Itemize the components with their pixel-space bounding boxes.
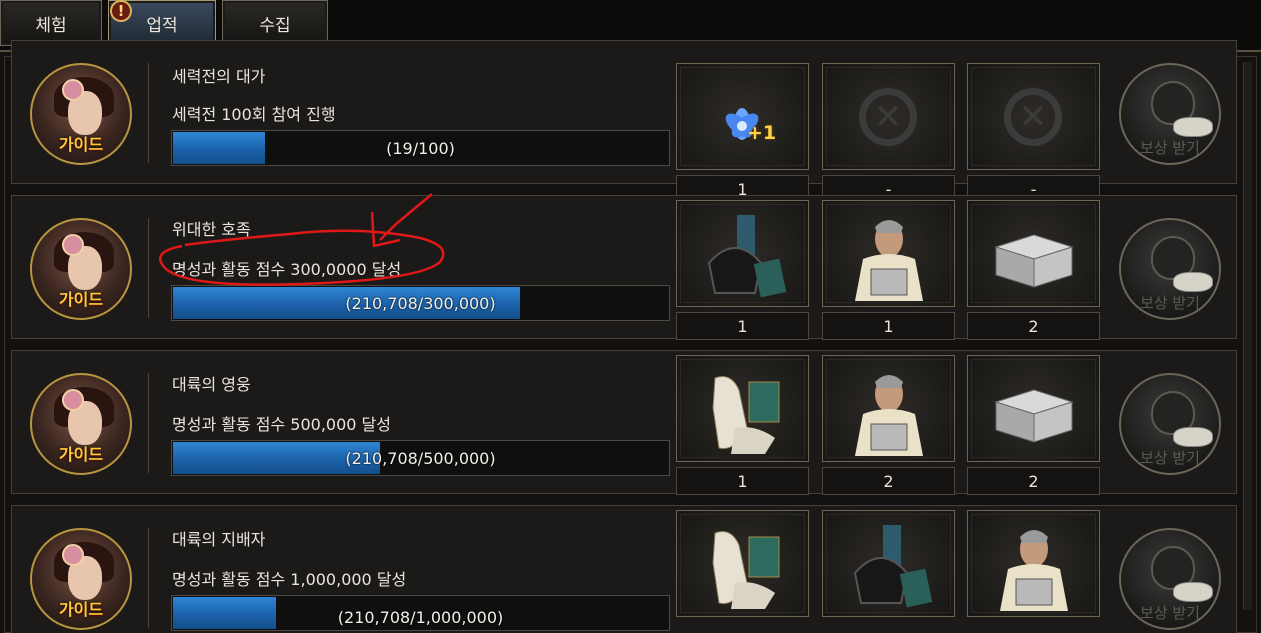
silver-ingot-icon	[1173, 582, 1213, 602]
silver-ingot-icon	[1173, 117, 1213, 137]
achievement-description: 명성과 활동 점수 500,000 달성	[172, 415, 391, 434]
flower-icon	[62, 544, 84, 566]
claim-reward-label: 보상 받기	[1140, 139, 1200, 157]
achievement-title: 대륙의 영웅	[172, 375, 251, 394]
achievement-title: 대륙의 지배자	[172, 530, 266, 549]
flower-icon	[62, 389, 84, 411]
guide-label: 가이드	[58, 290, 104, 309]
divider	[148, 63, 149, 163]
tab-label: 업적	[146, 15, 178, 36]
white-warhorse-icon	[712, 531, 780, 609]
progress-bar: (19/100)	[171, 130, 670, 166]
achievement-row: 가이드 세력전의 대가 세력전 100회 참여 진행 (19/100) +1 1…	[11, 40, 1237, 203]
divider	[148, 528, 149, 628]
achievement-title: 위대한 호족	[172, 220, 251, 239]
reward-quantity: 2	[967, 467, 1100, 495]
claim-reward-label: 보상 받기	[1140, 449, 1200, 467]
divider	[148, 218, 149, 318]
helmet-armor-set-icon	[707, 215, 787, 298]
tab-label: 체험	[35, 15, 67, 36]
silver-ingot-icon	[1173, 272, 1213, 292]
elder-general-with-chest-icon	[1000, 530, 1068, 611]
achievement-description: 세력전 100회 참여 진행	[172, 105, 336, 124]
tab-label: 수집	[259, 15, 291, 36]
claim-reward-button[interactable]: 보상 받기	[1119, 373, 1221, 475]
silver-treasure-chest-icon	[994, 389, 1074, 443]
flower-icon	[62, 79, 84, 101]
blue-lotus-icon	[725, 108, 759, 140]
claim-reward-label: 보상 받기	[1140, 604, 1200, 622]
reward-quantity: 1	[822, 312, 955, 340]
divider	[148, 373, 149, 473]
guide-label: 가이드	[58, 135, 104, 154]
guide-avatar[interactable]: 가이드	[30, 218, 132, 320]
progress-bar: (210,708/1,000,000)	[171, 595, 670, 631]
reward-quantity: 2	[822, 467, 955, 495]
claim-reward-button[interactable]: 보상 받기	[1119, 218, 1221, 320]
progress-text: (210,708/1,000,000)	[337, 607, 504, 627]
guide-label: 가이드	[58, 600, 104, 619]
plus-one-badge: +1	[747, 122, 777, 144]
progress-bar: (210,708/500,000)	[171, 440, 670, 476]
helmet-armor-set-icon	[853, 525, 933, 608]
achievement-description: 명성과 활동 점수 300,0000 달성	[172, 260, 402, 279]
elder-general-with-chest-icon	[855, 220, 923, 301]
silver-treasure-chest-icon	[994, 234, 1074, 288]
empty-slot-x-icon: ✕	[1004, 88, 1062, 146]
reward-quantity: 1	[676, 467, 809, 495]
progress-text: (19/100)	[386, 138, 455, 158]
scrollbar[interactable]	[1243, 62, 1252, 610]
progress-text: (210,708/300,000)	[345, 293, 496, 313]
achievement-row: 가이드 대륙의 영웅 명성과 활동 점수 500,000 달성 (210,708…	[11, 350, 1237, 495]
empty-slot-x-icon: ✕	[859, 88, 917, 146]
progress-text: (210,708/500,000)	[345, 448, 496, 468]
achievement-row: 가이드 위대한 호족 명성과 활동 점수 300,0000 달성 (210,70…	[11, 195, 1237, 340]
reward-quantity: 2	[967, 312, 1100, 340]
guide-label: 가이드	[58, 445, 104, 464]
progress-bar: (210,708/300,000)	[171, 285, 670, 321]
silver-ingot-icon	[1173, 427, 1213, 447]
elder-general-with-chest-icon	[855, 375, 923, 456]
flower-icon	[62, 234, 84, 256]
guide-avatar[interactable]: 가이드	[30, 63, 132, 165]
claim-reward-label: 보상 받기	[1140, 294, 1200, 312]
achievement-title: 세력전의 대가	[172, 67, 266, 86]
guide-avatar[interactable]: 가이드	[30, 528, 132, 630]
claim-reward-button[interactable]: 보상 받기	[1119, 528, 1221, 630]
achievement-description: 명성과 활동 점수 1,000,000 달성	[172, 570, 407, 589]
claim-reward-button[interactable]: 보상 받기	[1119, 63, 1221, 165]
white-warhorse-icon	[712, 376, 780, 454]
alert-icon: !	[110, 0, 132, 22]
achievement-row: 가이드 대륙의 지배자 명성과 활동 점수 1,000,000 달성 (210,…	[11, 505, 1237, 633]
reward-quantity: 1	[676, 312, 809, 340]
guide-avatar[interactable]: 가이드	[30, 373, 132, 475]
